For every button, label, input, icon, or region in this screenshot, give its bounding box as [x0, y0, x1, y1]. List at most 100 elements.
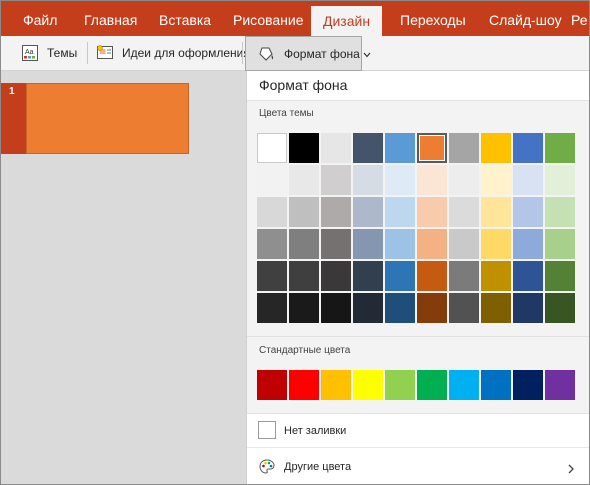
ribbon-tab-bar: Файл Главная Вставка Рисование Дизайн Пе… — [1, 1, 589, 36]
chevron-right-icon — [567, 461, 575, 479]
theme-color-swatch[interactable] — [449, 293, 479, 323]
standard-color-swatch[interactable] — [321, 370, 351, 400]
themes-button[interactable]: Aa Темы — [21, 36, 77, 70]
panel-title: Формат фона — [259, 77, 348, 93]
slide-thumbnail[interactable] — [26, 83, 189, 154]
standard-color-swatch[interactable] — [289, 370, 319, 400]
theme-color-swatch[interactable] — [481, 165, 511, 195]
theme-color-swatch[interactable] — [417, 229, 447, 259]
palette-icon — [258, 458, 276, 481]
tab-transitions[interactable]: Переходы — [400, 1, 466, 36]
chevron-down-icon — [363, 47, 371, 61]
standard-color-swatch[interactable] — [513, 370, 543, 400]
theme-color-swatch[interactable] — [481, 133, 511, 163]
standard-color-swatch[interactable] — [545, 370, 575, 400]
theme-color-swatch[interactable] — [513, 165, 543, 195]
theme-color-swatch[interactable] — [417, 293, 447, 323]
theme-color-swatch[interactable] — [449, 133, 479, 163]
slide-thumbnail-pane: 1 — [1, 71, 246, 484]
tab-draw[interactable]: Рисование — [233, 1, 304, 36]
theme-color-swatch[interactable] — [449, 261, 479, 291]
theme-color-swatch[interactable] — [545, 133, 575, 163]
theme-color-swatch[interactable] — [353, 229, 383, 259]
theme-color-swatch[interactable] — [449, 197, 479, 227]
theme-color-swatch[interactable] — [513, 261, 543, 291]
theme-color-swatch[interactable] — [417, 197, 447, 227]
themes-icon: Aa — [21, 44, 39, 62]
tab-slideshow[interactable]: Слайд-шоу — [489, 1, 562, 36]
theme-colors-section: Цвета темы — [247, 100, 589, 337]
theme-color-swatch[interactable] — [545, 197, 575, 227]
theme-color-swatch[interactable] — [385, 165, 415, 195]
theme-color-swatch[interactable] — [289, 261, 319, 291]
tab-design[interactable]: Дизайн — [311, 6, 383, 36]
theme-color-swatch[interactable] — [385, 229, 415, 259]
theme-color-swatch[interactable] — [513, 293, 543, 323]
standard-color-swatch[interactable] — [449, 370, 479, 400]
theme-color-swatch[interactable] — [257, 133, 287, 163]
design-ideas-button[interactable]: Идеи для оформления — [96, 36, 250, 70]
theme-color-swatch[interactable] — [545, 229, 575, 259]
theme-color-swatch[interactable] — [289, 293, 319, 323]
theme-color-swatch[interactable] — [257, 197, 287, 227]
standard-color-swatch[interactable] — [481, 370, 511, 400]
theme-color-swatch[interactable] — [481, 197, 511, 227]
theme-color-swatch[interactable] — [257, 293, 287, 323]
slide-selection-bar: 1 — [1, 83, 26, 154]
standard-color-swatch[interactable] — [257, 370, 287, 400]
theme-color-swatch[interactable] — [353, 197, 383, 227]
tab-home[interactable]: Главная — [84, 1, 137, 36]
more-colors-label: Другие цвета — [284, 461, 352, 473]
theme-color-swatch[interactable] — [417, 133, 447, 163]
theme-color-swatch[interactable] — [289, 133, 319, 163]
theme-color-swatch[interactable] — [481, 261, 511, 291]
theme-color-swatch[interactable] — [257, 229, 287, 259]
theme-color-swatch[interactable] — [321, 133, 351, 163]
design-ideas-label: Идеи для оформления — [122, 46, 250, 60]
theme-color-swatch[interactable] — [385, 197, 415, 227]
theme-color-swatch[interactable] — [513, 197, 543, 227]
svg-text:Aa: Aa — [25, 49, 34, 56]
standard-color-swatch[interactable] — [353, 370, 383, 400]
theme-color-swatch[interactable] — [289, 165, 319, 195]
more-colors-option[interactable]: Другие цвета — [247, 449, 589, 484]
theme-color-swatch[interactable] — [385, 133, 415, 163]
theme-color-swatch[interactable] — [353, 261, 383, 291]
standard-color-swatch[interactable] — [385, 370, 415, 400]
theme-color-swatch[interactable] — [257, 261, 287, 291]
themes-label: Темы — [47, 46, 78, 60]
theme-color-swatch[interactable] — [289, 229, 319, 259]
theme-color-swatch[interactable] — [385, 293, 415, 323]
theme-color-swatch[interactable] — [353, 133, 383, 163]
no-fill-option[interactable]: Нет заливки — [247, 414, 589, 448]
theme-color-swatch[interactable] — [321, 261, 351, 291]
theme-color-swatch[interactable] — [417, 261, 447, 291]
standard-colors-label: Стандартные цвета — [259, 345, 351, 356]
theme-color-swatch[interactable] — [321, 229, 351, 259]
theme-color-swatch[interactable] — [513, 133, 543, 163]
theme-color-swatch[interactable] — [449, 229, 479, 259]
theme-color-swatch[interactable] — [545, 293, 575, 323]
theme-color-swatch[interactable] — [545, 165, 575, 195]
theme-color-swatch[interactable] — [321, 293, 351, 323]
format-background-button[interactable]: Формат фона — [245, 36, 371, 71]
theme-color-swatch[interactable] — [321, 197, 351, 227]
theme-color-swatch[interactable] — [481, 293, 511, 323]
theme-color-swatch[interactable] — [321, 165, 351, 195]
standard-color-swatch[interactable] — [417, 370, 447, 400]
theme-color-swatch[interactable] — [545, 261, 575, 291]
theme-color-swatch[interactable] — [513, 229, 543, 259]
no-fill-label: Нет заливки — [284, 425, 347, 437]
theme-color-swatch[interactable] — [385, 261, 415, 291]
theme-color-swatch[interactable] — [257, 165, 287, 195]
tab-review-partial[interactable]: Ре — [571, 1, 588, 36]
theme-color-swatch[interactable] — [353, 293, 383, 323]
theme-color-swatch[interactable] — [449, 165, 479, 195]
tab-file[interactable]: Файл — [23, 1, 57, 36]
theme-color-swatch[interactable] — [353, 165, 383, 195]
theme-color-swatch[interactable] — [481, 229, 511, 259]
tab-insert[interactable]: Вставка — [159, 1, 211, 36]
theme-color-swatch[interactable] — [289, 197, 319, 227]
format-background-panel: Формат фона Цвета темы Стандартные цвета… — [246, 71, 589, 484]
theme-color-swatch[interactable] — [417, 165, 447, 195]
